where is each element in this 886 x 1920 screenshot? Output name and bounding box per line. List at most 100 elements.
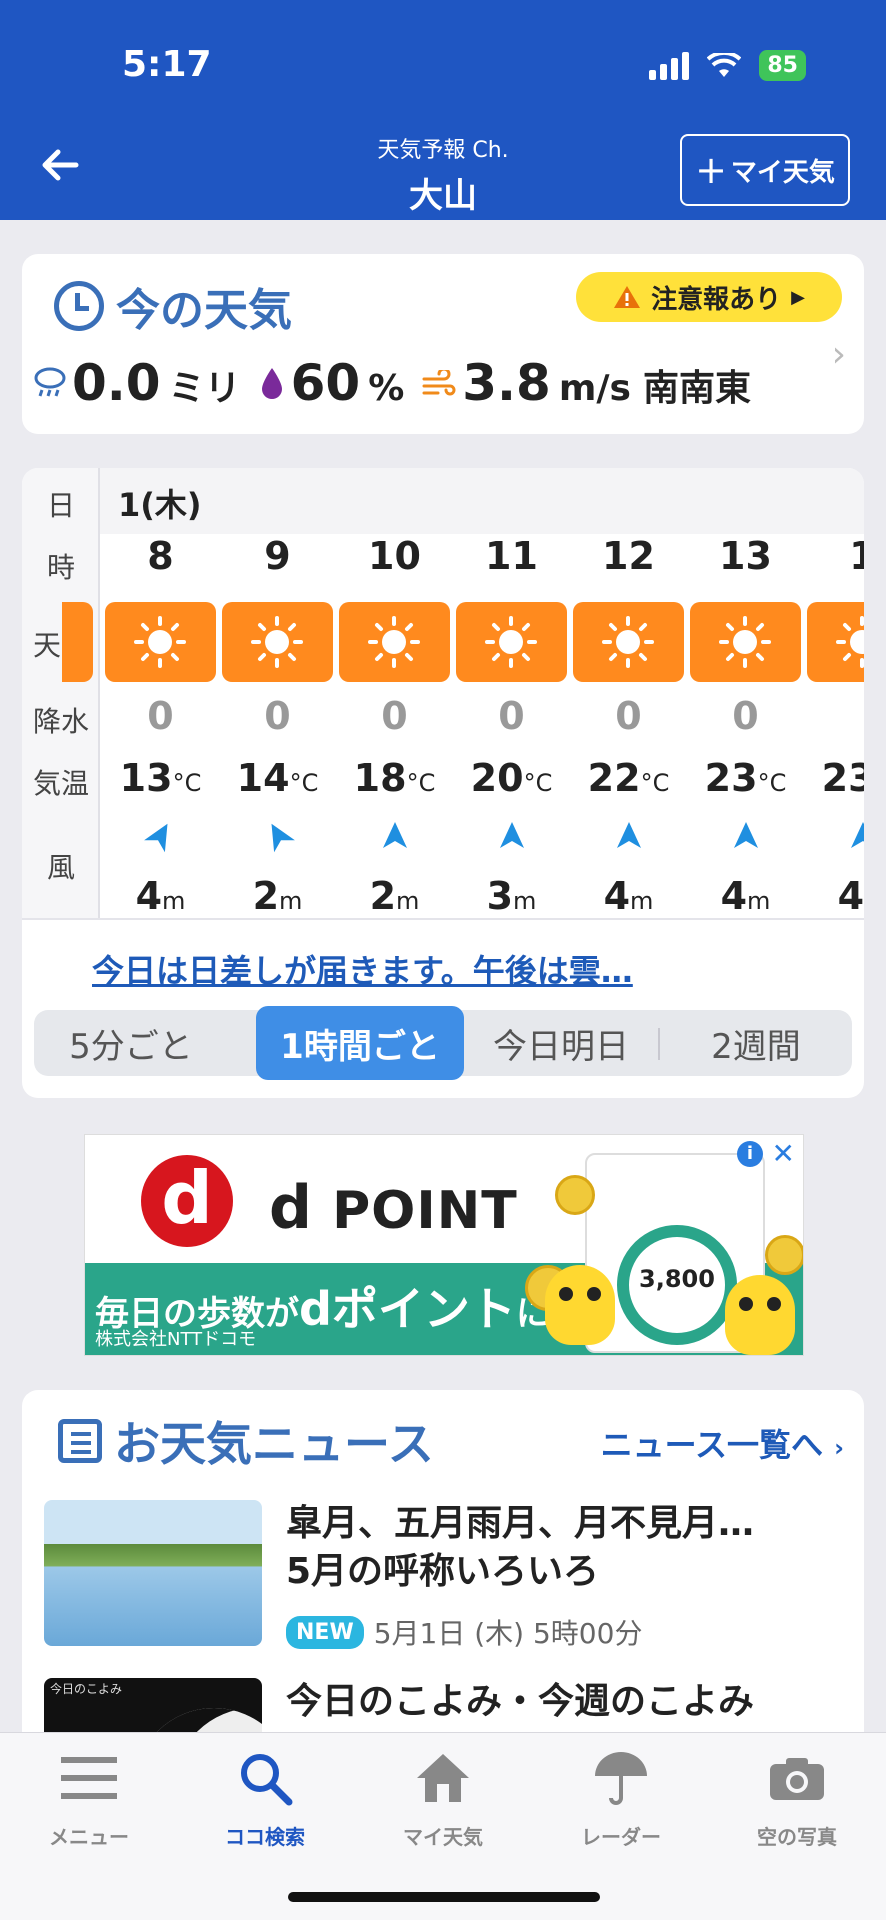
news-heading: お天気ニュース [58,1408,434,1474]
precip-value: 0 [498,694,525,738]
ad-info-icon[interactable]: i [737,1141,763,1167]
day-row [100,468,864,534]
wind-speed-number: 2 [369,874,397,918]
hour-label: 11 [485,534,538,578]
tab-5min[interactable]: 5分ごと [34,1010,228,1076]
alert-badge[interactable]: 注意報あり ▶ [576,272,842,322]
hour-label: 10 [368,534,421,578]
tab-sky-photos[interactable]: 空の写真 [722,1743,872,1850]
sunny-icon [105,602,216,682]
sunny-icon [807,602,864,682]
home-indicator [288,1892,600,1902]
current-weather-heading: 今の天気 [54,274,292,338]
wifi-icon [707,52,742,77]
humidity-value: 60 [290,354,361,412]
temp-value: 18°C [336,756,453,800]
dpoint-logo [141,1155,233,1247]
temp-unit: °C [289,769,319,797]
hour-label: 1 [849,534,864,578]
wind-speed: 3m [453,874,570,918]
wind-speed-unit: m [162,887,186,915]
hour-column-prev [62,534,100,918]
sunny-icon [690,602,801,682]
wind-direction-arrow-icon [851,822,864,848]
current-weather-title: 今の天気 [116,285,292,336]
tab-2weeks[interactable]: 2週間 [660,1010,852,1076]
temp-number: 20 [470,756,524,800]
sunny-icon [573,602,684,682]
warning-icon [614,286,641,308]
search-icon [190,1743,340,1813]
coin-icon [555,1175,595,1215]
news-list-link[interactable]: ニュース一覧へ › [601,1420,844,1466]
current-stats: 0.0 ミリ 60 % 3.8 m/s 南南東 [32,354,769,412]
tab-menu-label: メニュー [49,1825,129,1849]
hour-column: 1 23°C 4m [804,534,864,918]
tab-location-search[interactable]: ココ検索 [190,1743,340,1850]
temp-unit: °C [757,769,787,797]
precip-value: 0 [732,694,759,738]
wind-speed: 4m [804,874,864,918]
hour-column: 10 0 18°C 2m [336,534,453,918]
menu-icon [14,1743,164,1813]
temp-unit: °C [640,769,670,797]
humidity-unit: % [368,368,405,409]
ad-brand: d POINT [269,1173,518,1243]
status-icons: 85 [649,50,806,81]
forecast-summary-link[interactable]: 今日は日差しが届きます。午後は雲… [92,946,633,992]
temp-value: 23°C [804,756,864,800]
temp-unit: °C [406,769,436,797]
temp-number: 23 [704,756,758,800]
temp-number: 23 [821,756,864,800]
ad-close-icon[interactable]: ✕ [772,1137,795,1170]
chevron-right-icon: › [831,334,846,375]
newspaper-icon [58,1419,102,1463]
home-icon [368,1743,518,1813]
temp-number: 13 [119,756,173,800]
wind-direction-arrow-icon [144,823,168,853]
tab-my-weather[interactable]: マイ天気 [368,1743,518,1850]
tab-1hour[interactable]: 1時間ごと [256,1006,464,1080]
temp-value: 14°C [219,756,336,800]
precip-value: 0 [615,694,642,738]
hourly-forecast-card: 日 時 天気 降水 気温 風 1(木) 8 0 13°C 4m 9 0 14°C 2m 10 0 1… [22,468,864,1098]
precip-unit: ミリ [168,368,241,409]
tab-my-weather-label: マイ天気 [403,1825,483,1849]
wind-speed-number: 4 [837,874,864,918]
news-item-meta: NEW 5月1日 (木) 5時00分 [286,1612,642,1652]
temp-number: 14 [236,756,290,800]
wind-speed-number: 2 [252,874,280,918]
mascot-bird-icon [725,1275,795,1355]
temp-value: 22°C [570,756,687,800]
wind-speed-number: 4 [603,874,631,918]
wind-speed-unit: m [396,887,420,915]
divider [22,918,864,920]
camera-icon [722,1743,872,1813]
tab-today-tomorrow[interactable]: 今日明日 [464,1010,658,1076]
tab-menu[interactable]: メニュー [14,1743,164,1850]
tab-radar-label: レーダー [581,1825,661,1849]
hour-column: 13 0 23°C 4m [687,534,804,918]
plus-icon: + [695,148,727,192]
hour-column: 9 0 14°C 2m [219,534,336,918]
add-my-weather-button[interactable]: + マイ天気 [680,134,850,206]
day-label: 1(木) [118,486,202,524]
current-weather-card[interactable]: 今の天気 注意報あり ▶ › 0.0 ミリ 60 % 3.8 m/s 南南東 [22,254,864,434]
temp-value: 13°C [102,756,219,800]
wind-speed: 4m [570,874,687,918]
ad-tagline-brand: dポイント [299,1282,516,1336]
wind-direction-arrow-icon [500,822,524,848]
hour-column: 11 0 20°C 3m [453,534,570,918]
tab-radar[interactable]: レーダー [546,1743,696,1850]
coin-icon [765,1235,803,1275]
news-title: お天気ニュース [114,1417,434,1471]
hour-label: 12 [602,534,655,578]
wind-speed-unit: m [747,887,771,915]
sunny-icon [339,602,450,682]
status-time: 5:17 [122,44,212,85]
cellular-signal-icon [649,51,690,80]
wind-direction-arrow-icon [383,822,407,848]
battery-icon: 85 [759,50,806,81]
ad-banner[interactable]: d POINT 毎日の歩数がdポイントに! 株式会社NTTドコモ 3,800 i… [84,1134,804,1356]
wind-speed: 2m [219,874,336,918]
